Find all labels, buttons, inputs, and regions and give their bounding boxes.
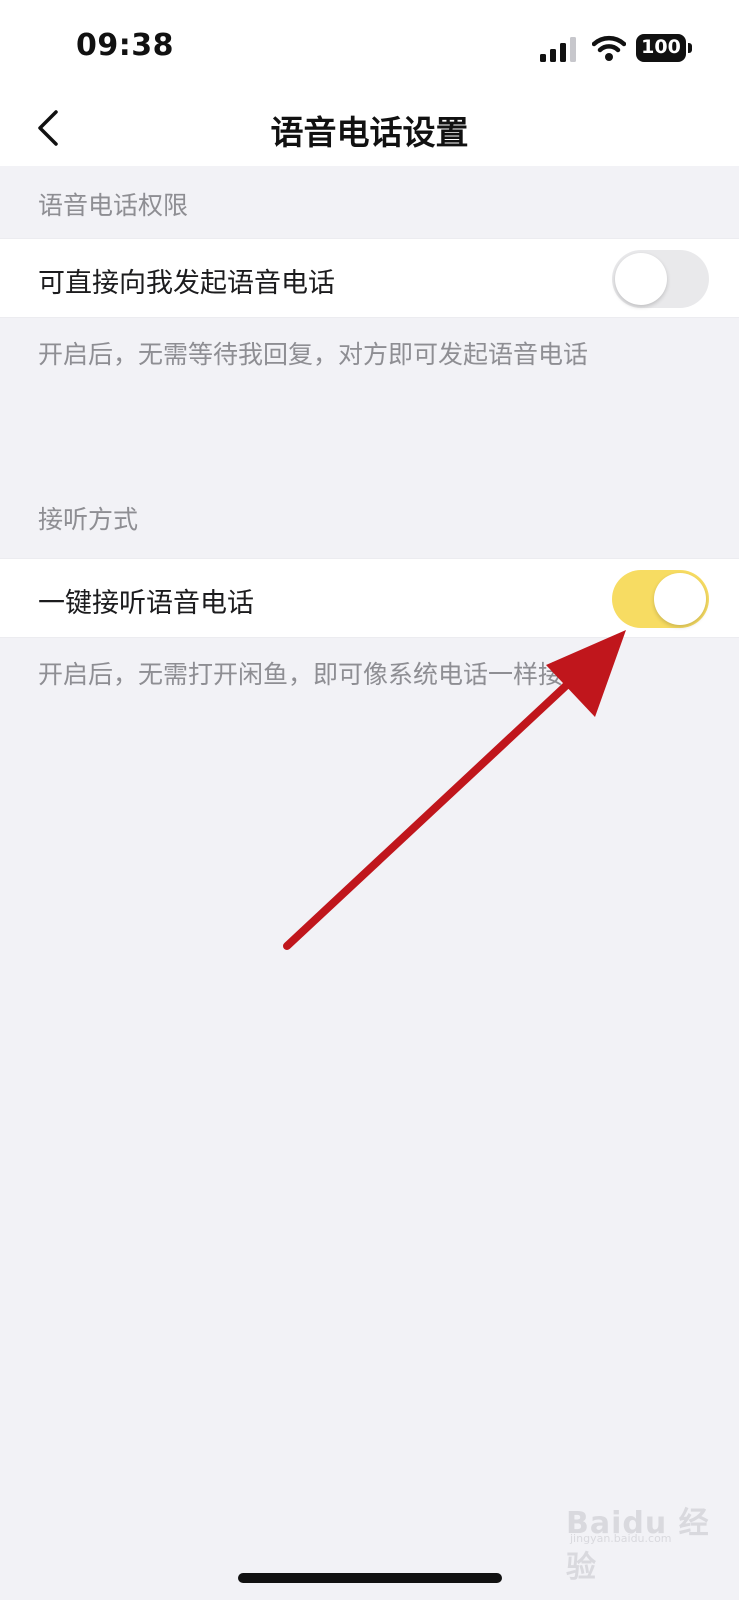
page-title: 语音电话设置 <box>270 113 469 152</box>
setting-row-direct-call: 可直接向我发起语音电话 <box>0 238 739 318</box>
toggle-direct-call[interactable] <box>612 250 709 308</box>
screen: 09:38 100 语音电话设置 语音电话权限 可直接向我发起语音电话 开启后，… <box>0 0 739 1600</box>
watermark-sub: jingyan.baidu.com <box>570 1532 672 1545</box>
home-indicator <box>238 1573 502 1583</box>
section-header-permission: 语音电话权限 <box>38 191 189 220</box>
setting-row-one-tap-answer: 一键接听语音电话 <box>0 558 739 638</box>
toggle-knob <box>615 253 667 305</box>
status-bar: 09:38 100 <box>0 0 739 92</box>
status-time: 09:38 <box>76 28 174 63</box>
description-one-tap-answer: 开启后，无需打开闲鱼，即可像系统电话一样接听 <box>38 660 589 689</box>
description-direct-call: 开启后，无需等待我回复，对方即可发起语音电话 <box>38 340 589 369</box>
row-label-direct-call: 可直接向我发起语音电话 <box>38 268 335 299</box>
toggle-one-tap-answer[interactable] <box>612 570 709 628</box>
battery-level: 100 <box>641 36 681 58</box>
section-header-answer-mode: 接听方式 <box>38 505 139 534</box>
toggle-knob <box>654 573 706 625</box>
baidu-watermark: Baidu 经验 jingyan.baidu.com <box>566 1490 722 1585</box>
signal-icon <box>540 37 576 62</box>
battery-icon: 100 <box>636 34 692 62</box>
wifi-icon <box>592 35 626 61</box>
row-label-one-tap-answer: 一键接听语音电话 <box>38 588 254 619</box>
nav-bar: 语音电话设置 <box>0 92 739 166</box>
